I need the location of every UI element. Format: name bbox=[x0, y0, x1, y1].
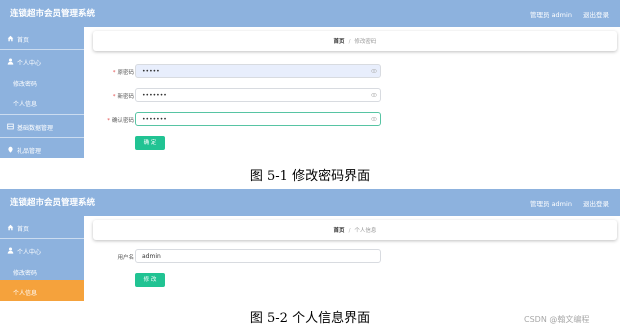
username-label: 用户名 bbox=[117, 255, 134, 261]
user-icon bbox=[7, 58, 14, 65]
confirm-password-field[interactable] bbox=[135, 112, 381, 126]
sidebar-item-basic-data[interactable]: 基础数据管理 bbox=[0, 114, 84, 138]
current-user: 管理员 admin bbox=[530, 200, 572, 208]
sidebar-item-home[interactable]: 首页 bbox=[0, 27, 84, 51]
breadcrumb: 首页 / 个人信息 bbox=[93, 220, 617, 240]
grid-icon bbox=[7, 123, 14, 130]
old-password-field[interactable] bbox=[135, 64, 381, 78]
home-icon bbox=[7, 224, 14, 231]
breadcrumb-home[interactable]: 首页 bbox=[334, 228, 345, 234]
breadcrumb: 首页 / 修改密码 bbox=[93, 31, 617, 51]
new-password-field[interactable] bbox=[135, 88, 381, 102]
modify-button[interactable]: 修 改 bbox=[135, 273, 165, 287]
watermark: CSDN @翰文编程 bbox=[524, 315, 590, 324]
gift-icon bbox=[8, 146, 13, 153]
sidebar: 首页 个人中心 修改密码 个人信息 bbox=[0, 216, 84, 301]
logout-link[interactable]: 退出登录 bbox=[583, 198, 609, 208]
old-password-label: * 原密码 bbox=[112, 70, 134, 76]
sidebar-item-personal-center[interactable]: 个人中心 bbox=[0, 49, 84, 73]
app-title: 连锁超市会员管理系统 bbox=[10, 9, 96, 19]
sidebar-item-home[interactable]: 首页 bbox=[0, 216, 84, 240]
username-row: 用户名 bbox=[84, 249, 620, 263]
new-password-row: * 新密码 bbox=[84, 88, 620, 102]
new-password-label: * 新密码 bbox=[112, 94, 134, 100]
breadcrumb-current: 修改密码 bbox=[354, 39, 377, 45]
logout-link[interactable]: 退出登录 bbox=[583, 9, 609, 19]
sidebar-item-label: 首页 bbox=[17, 226, 30, 233]
sidebar-item-label: 修改密码 bbox=[13, 81, 38, 88]
old-password-row: * 原密码 bbox=[84, 64, 620, 78]
top-bar: 连锁超市会员管理系统 管理员 admin 退出登录 bbox=[0, 189, 620, 216]
main-content: 首页/修改密码 *原密码 *新密码 *确认密码 确 定 bbox=[84, 27, 620, 158]
current-user: 管理员 admin bbox=[530, 11, 572, 19]
sidebar-item-label: 首页 bbox=[17, 37, 30, 44]
home-icon bbox=[7, 35, 14, 42]
figure-caption-1: 图 5-1 修改密码界面 bbox=[249, 169, 371, 184]
breadcrumb-home[interactable]: 首页 bbox=[334, 39, 345, 45]
sidebar-item-gift[interactable]: 礼品管理 bbox=[0, 137, 84, 158]
breadcrumb-current: 个人信息 bbox=[354, 228, 377, 234]
sidebar-item-personal-info[interactable]: 个人信息 bbox=[0, 91, 84, 115]
confirm-password-row: * 确认密码 bbox=[84, 112, 620, 126]
app-title: 连锁超市会员管理系统 bbox=[10, 198, 96, 208]
username-field[interactable] bbox=[135, 249, 381, 263]
sidebar-item-label: 个人中心 bbox=[17, 249, 42, 256]
eye-icon[interactable] bbox=[371, 116, 377, 122]
sidebar-item-label: 礼品管理 bbox=[17, 148, 42, 155]
sidebar-item-personal-center[interactable]: 个人中心 bbox=[0, 238, 84, 262]
sidebar: 首页 个人中心 修改密码 个人信息 基础数据管理 礼品管理 bbox=[0, 27, 84, 158]
user-icon bbox=[7, 247, 14, 254]
breadcrumb-separator: / bbox=[348, 228, 351, 234]
top-bar: 连锁超市会员管理系统 管理员 admin 退出登录 bbox=[0, 0, 620, 27]
sidebar-item-label: 个人中心 bbox=[17, 60, 42, 67]
eye-icon[interactable] bbox=[371, 68, 377, 74]
confirm-button[interactable]: 确 定 bbox=[135, 136, 165, 150]
sidebar-item-label: 修改密码 bbox=[13, 270, 38, 277]
main-content: 首页/个人信息 用户名 修 改 bbox=[84, 216, 620, 301]
sidebar-item-label: 个人信息 bbox=[13, 101, 38, 108]
screenshot-personal-info: 连锁超市会员管理系统 管理员 admin 退出登录 首页 个人中心 修改密码 个… bbox=[0, 189, 620, 301]
confirm-password-label: * 确认密码 bbox=[107, 118, 134, 124]
sidebar-item-personal-info[interactable]: 个人信息 bbox=[0, 280, 84, 301]
screenshot-change-password: 连锁超市会员管理系统 管理员 admin 退出登录 首页 个人中心 修改密码 个… bbox=[0, 0, 620, 158]
sidebar-item-label: 基础数据管理 bbox=[17, 125, 54, 132]
sidebar-item-label: 个人信息 bbox=[13, 290, 38, 297]
breadcrumb-separator: / bbox=[348, 39, 351, 45]
eye-icon[interactable] bbox=[371, 92, 377, 98]
